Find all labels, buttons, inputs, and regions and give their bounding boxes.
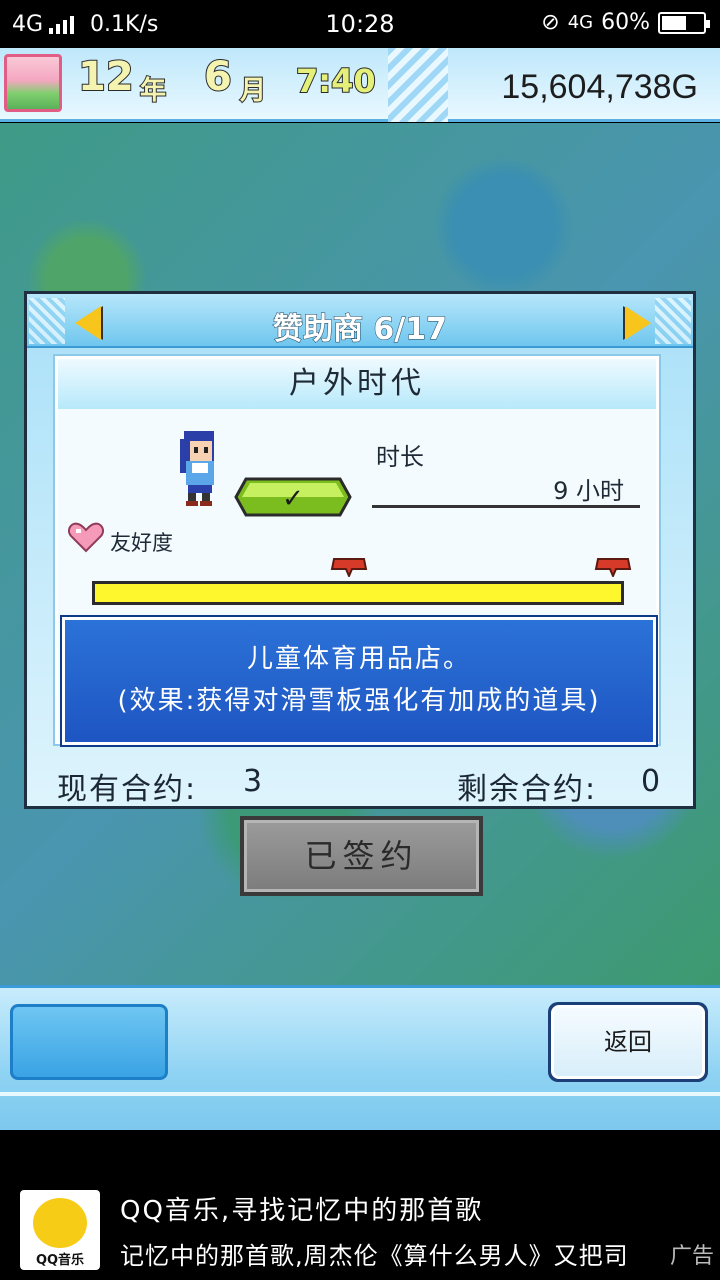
next-arrow-icon[interactable] [625, 306, 651, 340]
qq-music-logo-icon[interactable]: QQ音乐 [20, 1190, 100, 1270]
back-button[interactable]: 返回 [548, 1002, 708, 1082]
sponsor-name: 户外时代 [58, 359, 656, 409]
month-label: 月 [239, 75, 267, 107]
remaining-contracts-value: 0 [641, 764, 663, 799]
month-value: 6 [203, 53, 233, 101]
year-label: 年 [139, 75, 167, 107]
sponsor-panel: 赞助商 6/17 户外时代 ✓ 时长 9 小时 友好度 儿童体育用品店。 (效果… [24, 291, 696, 809]
ad-subtitle[interactable]: 记忆中的那首歌,周杰伦《算什么男人》又把司 [120, 1236, 629, 1271]
duration-underline [372, 505, 640, 508]
friendship-marker-icon [330, 558, 368, 577]
game-clock: 7:40 [295, 61, 377, 101]
remaining-contracts-label: 剩余合约: [457, 772, 598, 807]
blank-button[interactable] [10, 1004, 168, 1080]
signed-button[interactable]: 已签约 [240, 816, 483, 896]
battery-icon [658, 11, 710, 34]
header-decoration [388, 48, 448, 122]
year-value: 12 [77, 53, 135, 101]
current-contracts-value: 3 [243, 764, 265, 799]
ad-title[interactable]: QQ音乐,寻找记忆中的那首歌 [120, 1190, 483, 1227]
money-display: 15,604,738G [501, 68, 698, 106]
ad-tag: 广告 [669, 1244, 714, 1269]
description-line-2: (效果:获得对滑雪板强化有加成的道具) [117, 686, 601, 716]
town-avatar-icon[interactable] [4, 54, 62, 112]
duration-label: 时长 [376, 443, 424, 471]
bottom-bar: 返回 [0, 985, 720, 1130]
check-mark: ✓ [282, 484, 304, 514]
sponsor-card: 户外时代 ✓ 时长 9 小时 友好度 儿童体育用品店。 (效果:获得对滑雪板强化… [53, 354, 661, 747]
friendship-label: 友好度 [110, 531, 173, 555]
bottom-stripe [0, 1092, 720, 1096]
sponsor-title: 赞助商 6/17 [272, 312, 448, 348]
signed-button-label: 已签约 [244, 820, 479, 892]
heart-icon [68, 522, 104, 553]
sponsor-panel-body: 赞助商 6/17 户外时代 ✓ 时长 9 小时 友好度 儿童体育用品店。 (效果… [27, 294, 693, 807]
current-contracts-label: 现有合约: [57, 772, 198, 807]
mute-icon: ⊘ [541, 10, 560, 35]
sponsor-title-bar: 赞助商 6/17 [27, 294, 693, 348]
ad-banner[interactable]: QQ音乐 QQ音乐,寻找记忆中的那首歌 记忆中的那首歌,周杰伦《算什么男人》又把… [0, 1130, 720, 1280]
description-line-1: 儿童体育用品店。 [246, 644, 471, 674]
logo-caption: QQ音乐 [35, 1253, 85, 1268]
network-right-label: 4G [567, 12, 594, 33]
game-header: 12 年 6 月 7:40 15,604,738G [0, 48, 720, 122]
status-bar: 4G 0.1K/s 10:28 ⊘ 4G 60% [0, 0, 720, 48]
character-sprite-icon [180, 431, 214, 506]
duration-value: 9 小时 [553, 477, 624, 505]
battery-percent: 60% [601, 10, 650, 35]
back-button-label: 返回 [551, 1005, 705, 1079]
check-badge-icon: ✓ [234, 477, 352, 517]
music-note-icon [33, 1198, 87, 1248]
friendship-marker-icon [594, 558, 632, 577]
status-right: ⊘ 4G 60% [541, 10, 710, 35]
friendship-bar [92, 581, 624, 605]
sponsor-description: 儿童体育用品店。 (效果:获得对滑雪板强化有加成的道具) [60, 615, 658, 747]
